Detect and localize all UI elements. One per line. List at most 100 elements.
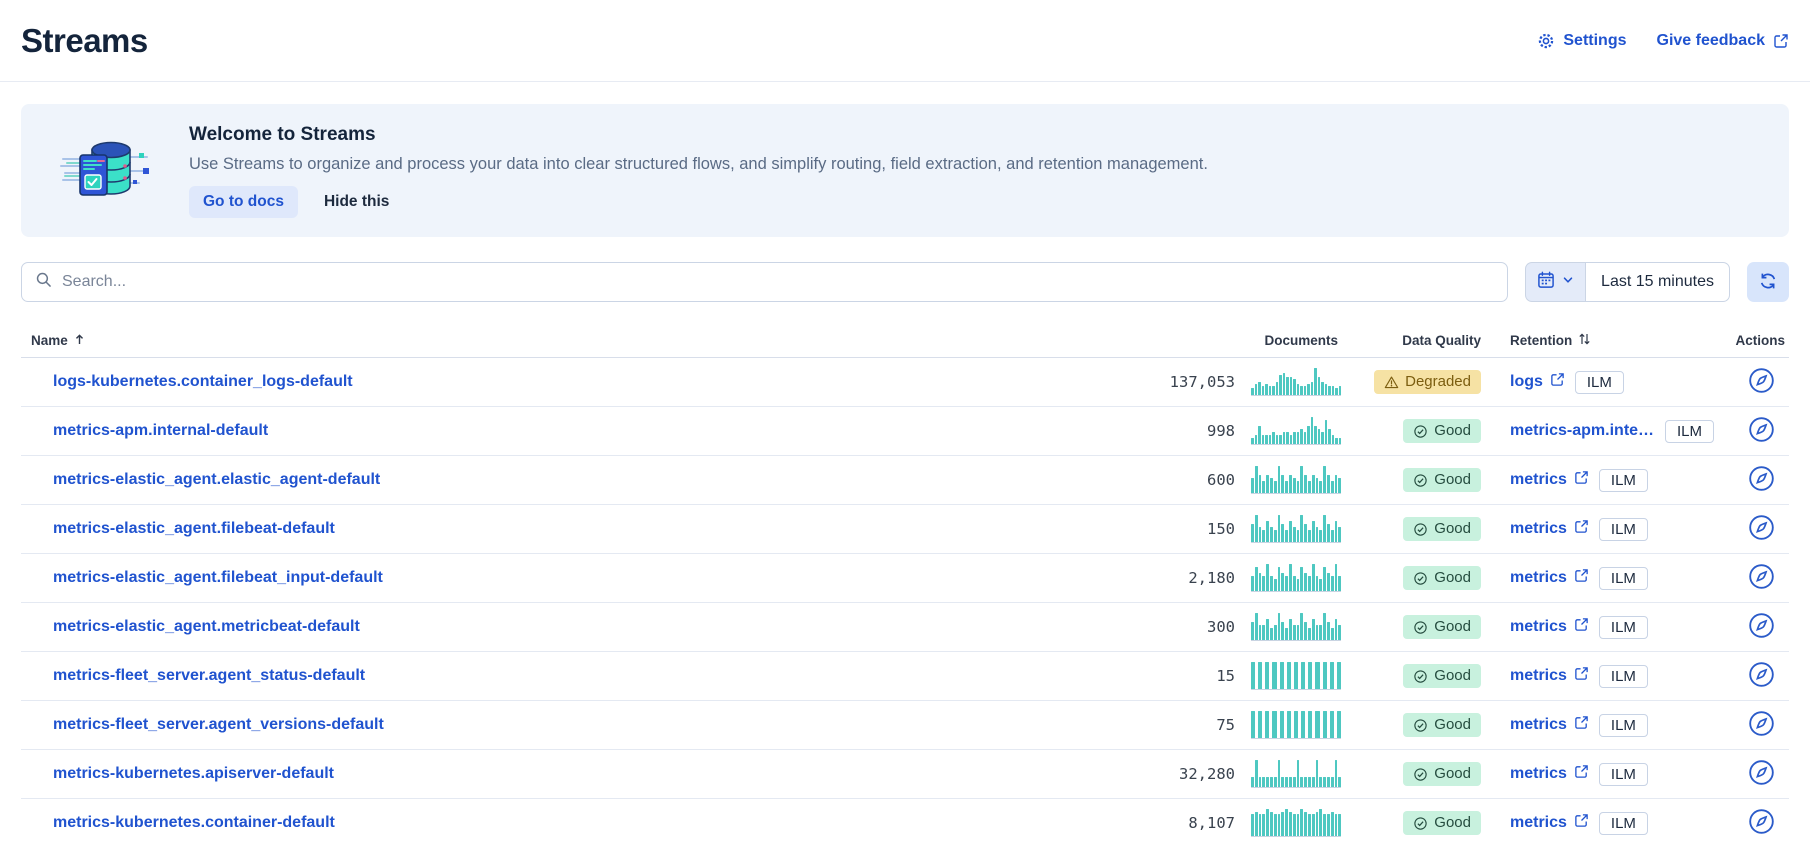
discover-action-button[interactable] <box>1748 563 1775 593</box>
retention-link[interactable]: metrics <box>1510 666 1589 686</box>
sparkline-bar <box>1297 481 1300 493</box>
sparkline-bar <box>1323 515 1326 542</box>
retention-link[interactable]: metrics <box>1510 470 1589 490</box>
table-row: metrics-elastic_agent.elastic_agent-defa… <box>21 456 1789 505</box>
sparkline-bar <box>1262 777 1265 787</box>
settings-label: Settings <box>1563 32 1626 50</box>
welcome-description: Use Streams to organize and process your… <box>189 155 1208 174</box>
discover-action-button[interactable] <box>1748 514 1775 544</box>
retention-link[interactable]: metrics <box>1510 813 1589 833</box>
sparkline-bar <box>1330 711 1334 738</box>
streams-illustration-icon <box>59 135 153 206</box>
retention-link[interactable]: logs <box>1510 372 1565 392</box>
hide-this-button[interactable]: Hide this <box>324 193 389 211</box>
sparkline-bar <box>1304 475 1307 493</box>
compass-icon <box>1748 808 1775 838</box>
retention-link[interactable]: metrics <box>1510 568 1589 588</box>
documents-count: 300 <box>1207 618 1235 636</box>
sparkline-bar <box>1266 475 1269 493</box>
discover-action-button[interactable] <box>1748 759 1775 789</box>
sparkline-bar <box>1251 524 1254 542</box>
sparkline-bar <box>1262 386 1265 395</box>
retention-link[interactable]: metrics <box>1510 617 1589 637</box>
stream-name-link[interactable]: metrics-kubernetes.container-default <box>53 814 335 832</box>
sparkline-bar <box>1335 475 1338 493</box>
welcome-buttons: Go to docs Hide this <box>189 186 1208 218</box>
table-row: metrics-fleet_server.agent_status-defaul… <box>21 652 1789 701</box>
sparkline-bar <box>1251 622 1254 640</box>
sparkline-bar <box>1293 527 1296 542</box>
time-range-button[interactable]: Last 15 minutes <box>1585 262 1730 302</box>
discover-action-button[interactable] <box>1748 367 1775 397</box>
sparkline-bar <box>1335 564 1338 591</box>
column-header-documents: Documents <box>1111 333 1341 348</box>
search-input[interactable] <box>62 273 1494 291</box>
page-title: Streams <box>21 22 148 60</box>
check-circle-icon <box>1413 816 1428 831</box>
retention-policy-badge: ILM <box>1599 616 1648 639</box>
sparkline-bar <box>1319 579 1322 591</box>
sparkline-bar <box>1332 435 1335 444</box>
discover-action-button[interactable] <box>1748 808 1775 838</box>
stream-name-link[interactable]: logs-kubernetes.container_logs-default <box>53 373 353 391</box>
column-header-name[interactable]: Name <box>21 333 1111 349</box>
sparkline-bar <box>1255 384 1258 395</box>
sparkline-bar <box>1289 521 1292 542</box>
discover-action-button[interactable] <box>1748 465 1775 495</box>
page-header: Streams Settings Give feedback <box>0 0 1810 82</box>
documents-sparkline <box>1251 613 1341 641</box>
discover-action-button[interactable] <box>1748 661 1775 691</box>
documents-count: 15 <box>1216 667 1235 685</box>
sparkline-bar <box>1289 475 1292 493</box>
sparkline-bar <box>1316 576 1319 591</box>
documents-sparkline <box>1251 466 1341 494</box>
external-link-icon <box>1574 764 1589 784</box>
stream-name-link[interactable]: metrics-elastic_agent.elastic_agent-defa… <box>53 471 380 489</box>
sparkline-bar <box>1297 579 1300 591</box>
retention-link[interactable]: metrics <box>1510 715 1589 735</box>
refresh-button[interactable] <box>1747 262 1789 302</box>
sparkline-bar <box>1251 662 1255 689</box>
stream-name-link[interactable]: metrics-elastic_agent.filebeat_input-def… <box>53 569 383 587</box>
sparkline-bar <box>1280 711 1284 738</box>
quick-select-menu-button[interactable] <box>1525 262 1585 302</box>
compass-icon <box>1748 465 1775 495</box>
stream-name-link[interactable]: metrics-elastic_agent.metricbeat-default <box>53 618 360 636</box>
quality-header-label: Data Quality <box>1402 333 1481 348</box>
go-to-docs-button[interactable]: Go to docs <box>189 186 298 218</box>
sparkline-bar <box>1304 524 1307 542</box>
sparkline-bar <box>1274 481 1277 493</box>
sparkline-bar <box>1259 527 1262 542</box>
stream-name-link[interactable]: metrics-fleet_server.agent_versions-defa… <box>53 716 384 734</box>
sparkline-bar <box>1280 662 1284 689</box>
retention-link[interactable]: metrics-apm.interna… <box>1510 422 1655 440</box>
sparkline-bar <box>1255 760 1258 787</box>
external-link-icon <box>1574 568 1589 588</box>
discover-action-button[interactable] <box>1748 416 1775 446</box>
documents-count: 137,053 <box>1170 373 1235 391</box>
data-quality-badge: Good <box>1403 566 1481 591</box>
stream-name-link[interactable]: metrics-fleet_server.agent_status-defaul… <box>53 667 365 685</box>
stream-name-link[interactable]: metrics-apm.internal-default <box>53 422 268 440</box>
column-header-retention[interactable]: Retention <box>1485 332 1714 349</box>
sparkline-bar <box>1274 777 1277 787</box>
table-row: metrics-kubernetes.container-default8,10… <box>21 799 1789 847</box>
sparkline-bar <box>1323 777 1326 787</box>
sparkline-bar <box>1258 662 1262 689</box>
sparkline-bar <box>1255 515 1258 542</box>
discover-action-button[interactable] <box>1748 612 1775 642</box>
retention-link[interactable]: metrics <box>1510 764 1589 784</box>
sparkline-bar <box>1327 475 1330 493</box>
sparkline-bar <box>1259 573 1262 591</box>
settings-button[interactable]: Settings <box>1537 32 1626 50</box>
check-circle-icon <box>1413 620 1428 635</box>
sparkline-bar <box>1289 564 1292 591</box>
stream-name-link[interactable]: metrics-elastic_agent.filebeat-default <box>53 520 335 538</box>
sparkline-bar <box>1266 564 1269 591</box>
retention-link[interactable]: metrics <box>1510 519 1589 539</box>
discover-action-button[interactable] <box>1748 710 1775 740</box>
sparkline-bar <box>1274 625 1277 640</box>
sparkline-bar <box>1258 711 1262 738</box>
give-feedback-button[interactable]: Give feedback <box>1657 32 1790 50</box>
stream-name-link[interactable]: metrics-kubernetes.apiserver-default <box>53 765 334 783</box>
